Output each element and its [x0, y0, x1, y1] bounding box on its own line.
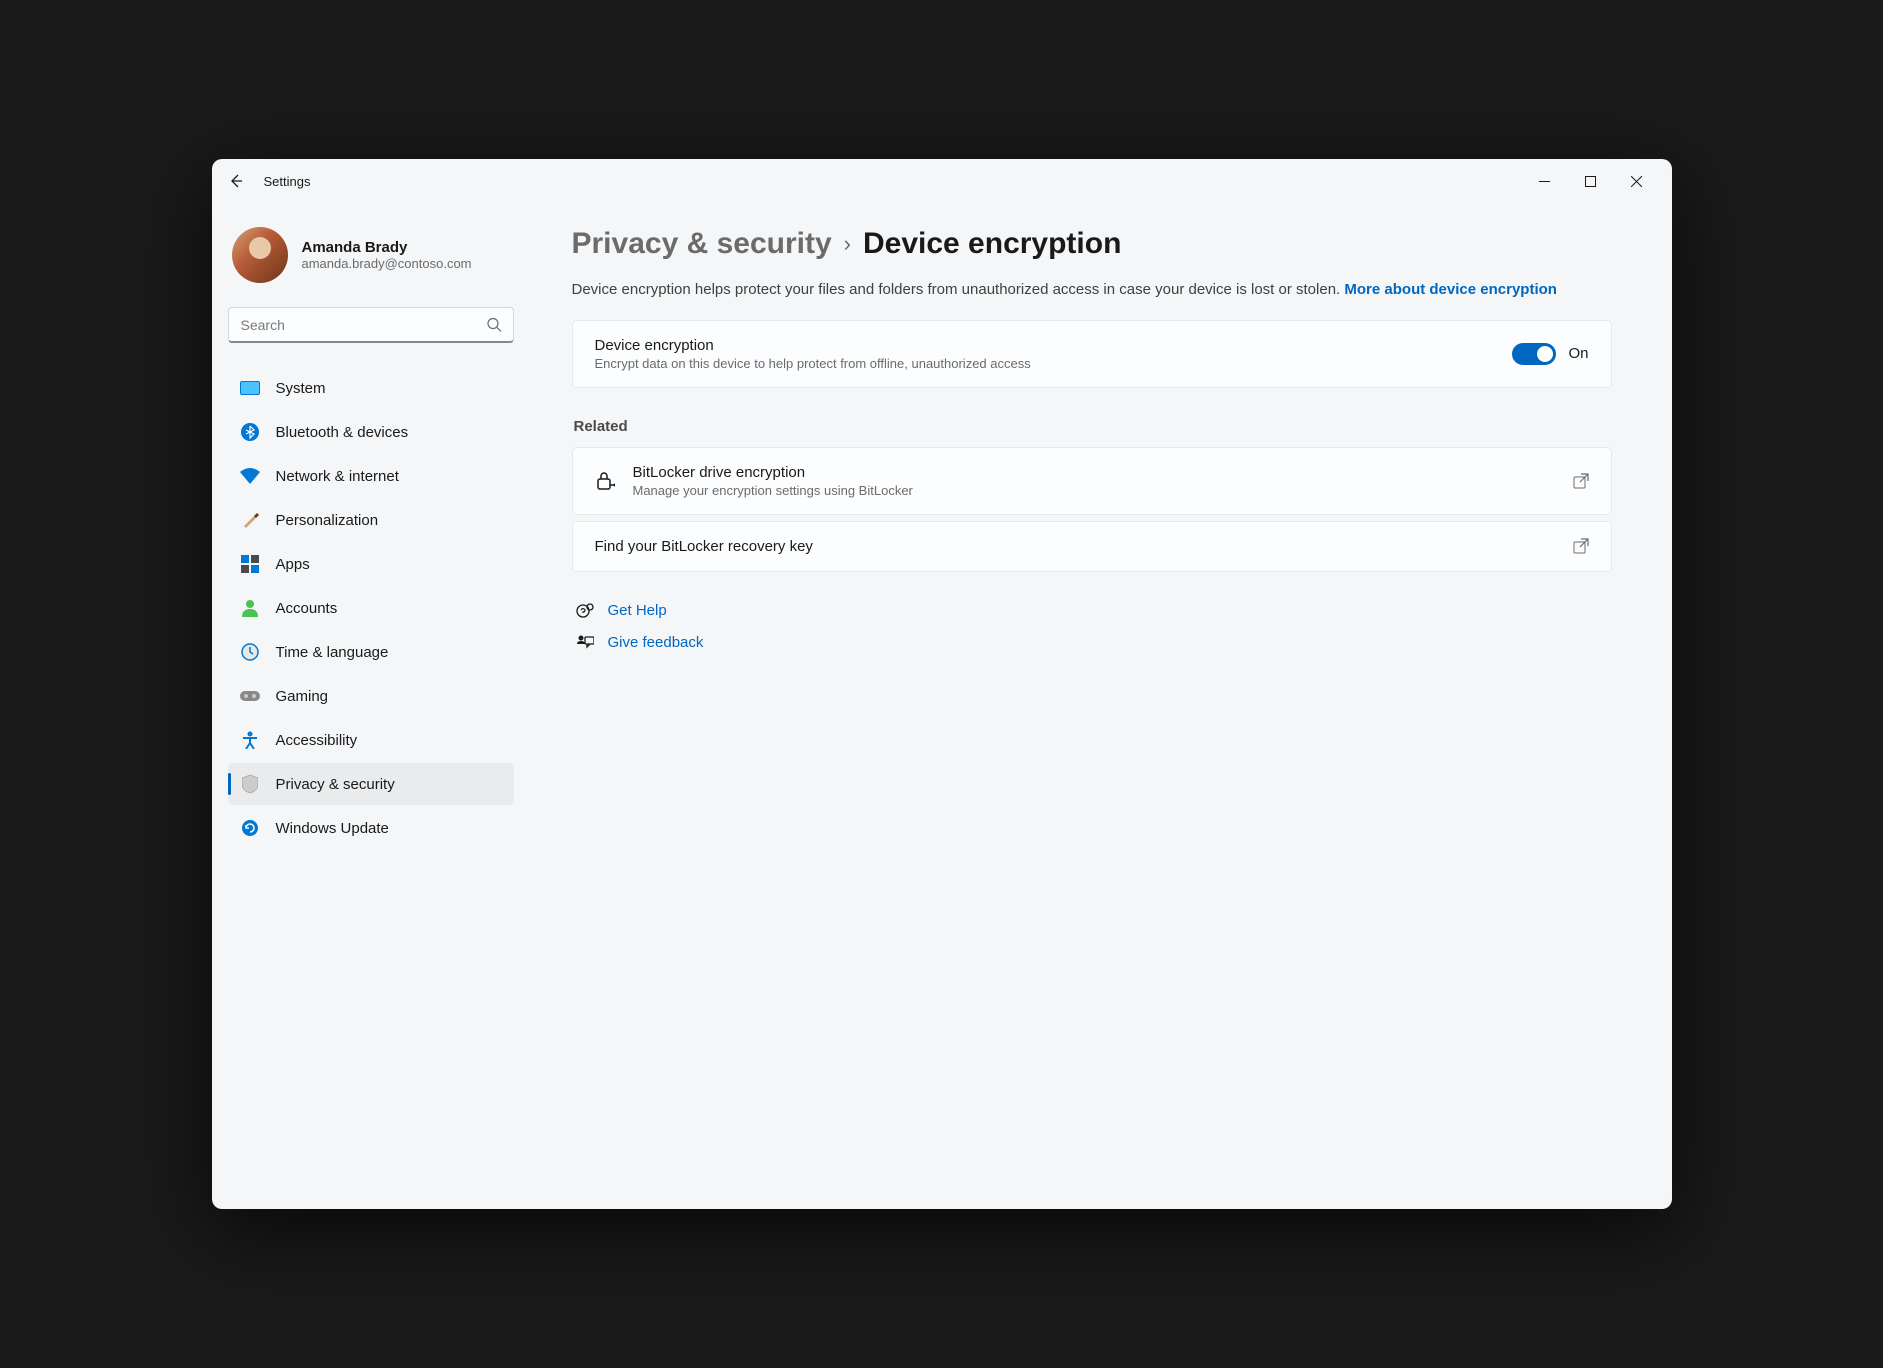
breadcrumb: Privacy & security › Device encryption [572, 227, 1612, 261]
encryption-title: Device encryption [595, 337, 1495, 354]
feedback-icon [576, 634, 594, 652]
nav-label: System [276, 380, 326, 397]
shield-icon [240, 774, 260, 794]
nav: System Bluetooth & devices Network & int… [228, 367, 514, 849]
related-heading: Related [574, 418, 1612, 435]
help-icon [576, 602, 594, 620]
nav-label: Apps [276, 556, 310, 573]
nav-label: Gaming [276, 688, 329, 705]
external-link-icon [1573, 538, 1589, 554]
person-icon [240, 598, 260, 618]
nav-personalization[interactable]: Personalization [228, 499, 514, 541]
breadcrumb-parent[interactable]: Privacy & security [572, 227, 832, 261]
nav-label: Time & language [276, 644, 389, 661]
more-about-link[interactable]: More about device encryption [1344, 281, 1557, 298]
chevron-right-icon: › [844, 231, 851, 257]
nav-label: Network & internet [276, 468, 399, 485]
help-row: Get Help [576, 602, 1612, 620]
search-icon [487, 318, 502, 333]
nav-label: Accounts [276, 600, 338, 617]
nav-privacy[interactable]: Privacy & security [228, 763, 514, 805]
arrow-left-icon [228, 173, 244, 189]
nav-accessibility[interactable]: Accessibility [228, 719, 514, 761]
profile-name: Amanda Brady [302, 239, 472, 256]
encryption-subtitle: Encrypt data on this device to help prot… [595, 356, 1495, 371]
toggle-state: On [1568, 345, 1588, 362]
system-icon [240, 378, 260, 398]
nav-network[interactable]: Network & internet [228, 455, 514, 497]
recovery-title: Find your BitLocker recovery key [595, 538, 1555, 555]
encryption-toggle[interactable] [1512, 343, 1556, 365]
nav-update[interactable]: Windows Update [228, 807, 514, 849]
lock-icon [595, 471, 615, 491]
nav-gaming[interactable]: Gaming [228, 675, 514, 717]
nav-system[interactable]: System [228, 367, 514, 409]
bluetooth-icon [240, 422, 260, 442]
description-text: Device encryption helps protect your fil… [572, 281, 1345, 298]
close-button[interactable] [1614, 165, 1660, 197]
search [228, 307, 514, 343]
main-content: Privacy & security › Device encryption D… [522, 203, 1672, 1209]
page-description: Device encryption helps protect your fil… [572, 279, 1612, 302]
clock-icon [240, 642, 260, 662]
bitlocker-subtitle: Manage your encryption settings using Bi… [633, 483, 1555, 498]
titlebar: Settings [212, 159, 1672, 203]
nav-label: Bluetooth & devices [276, 424, 409, 441]
nav-label: Personalization [276, 512, 379, 529]
wifi-icon [240, 466, 260, 486]
nav-label: Privacy & security [276, 776, 395, 793]
nav-label: Accessibility [276, 732, 358, 749]
nav-bluetooth[interactable]: Bluetooth & devices [228, 411, 514, 453]
encryption-card: Device encryption Encrypt data on this d… [572, 320, 1612, 388]
get-help-link[interactable]: Get Help [608, 602, 667, 619]
settings-window: Settings Amanda Brady amanda.brady@conto… [212, 159, 1672, 1209]
minimize-icon [1539, 176, 1550, 187]
minimize-button[interactable] [1522, 165, 1568, 197]
maximize-icon [1585, 176, 1596, 187]
profile[interactable]: Amanda Brady amanda.brady@contoso.com [228, 219, 514, 303]
nav-accounts[interactable]: Accounts [228, 587, 514, 629]
window-title: Settings [264, 174, 311, 189]
back-button[interactable] [224, 169, 248, 193]
close-icon [1631, 176, 1642, 187]
accessibility-icon [240, 730, 260, 750]
profile-email: amanda.brady@contoso.com [302, 256, 472, 271]
nav-time[interactable]: Time & language [228, 631, 514, 673]
bitlocker-card[interactable]: BitLocker drive encryption Manage your e… [572, 447, 1612, 515]
sidebar: Amanda Brady amanda.brady@contoso.com Sy… [212, 203, 522, 1209]
give-feedback-link[interactable]: Give feedback [608, 634, 704, 651]
nav-apps[interactable]: Apps [228, 543, 514, 585]
avatar [232, 227, 288, 283]
page-title: Device encryption [863, 227, 1121, 261]
search-input[interactable] [228, 307, 514, 343]
update-icon [240, 818, 260, 838]
nav-label: Windows Update [276, 820, 389, 837]
feedback-row: Give feedback [576, 634, 1612, 652]
gamepad-icon [240, 686, 260, 706]
recovery-key-card[interactable]: Find your BitLocker recovery key [572, 521, 1612, 572]
external-link-icon [1573, 473, 1589, 489]
maximize-button[interactable] [1568, 165, 1614, 197]
paint-icon [240, 510, 260, 530]
bitlocker-title: BitLocker drive encryption [633, 464, 1555, 481]
apps-icon [240, 554, 260, 574]
